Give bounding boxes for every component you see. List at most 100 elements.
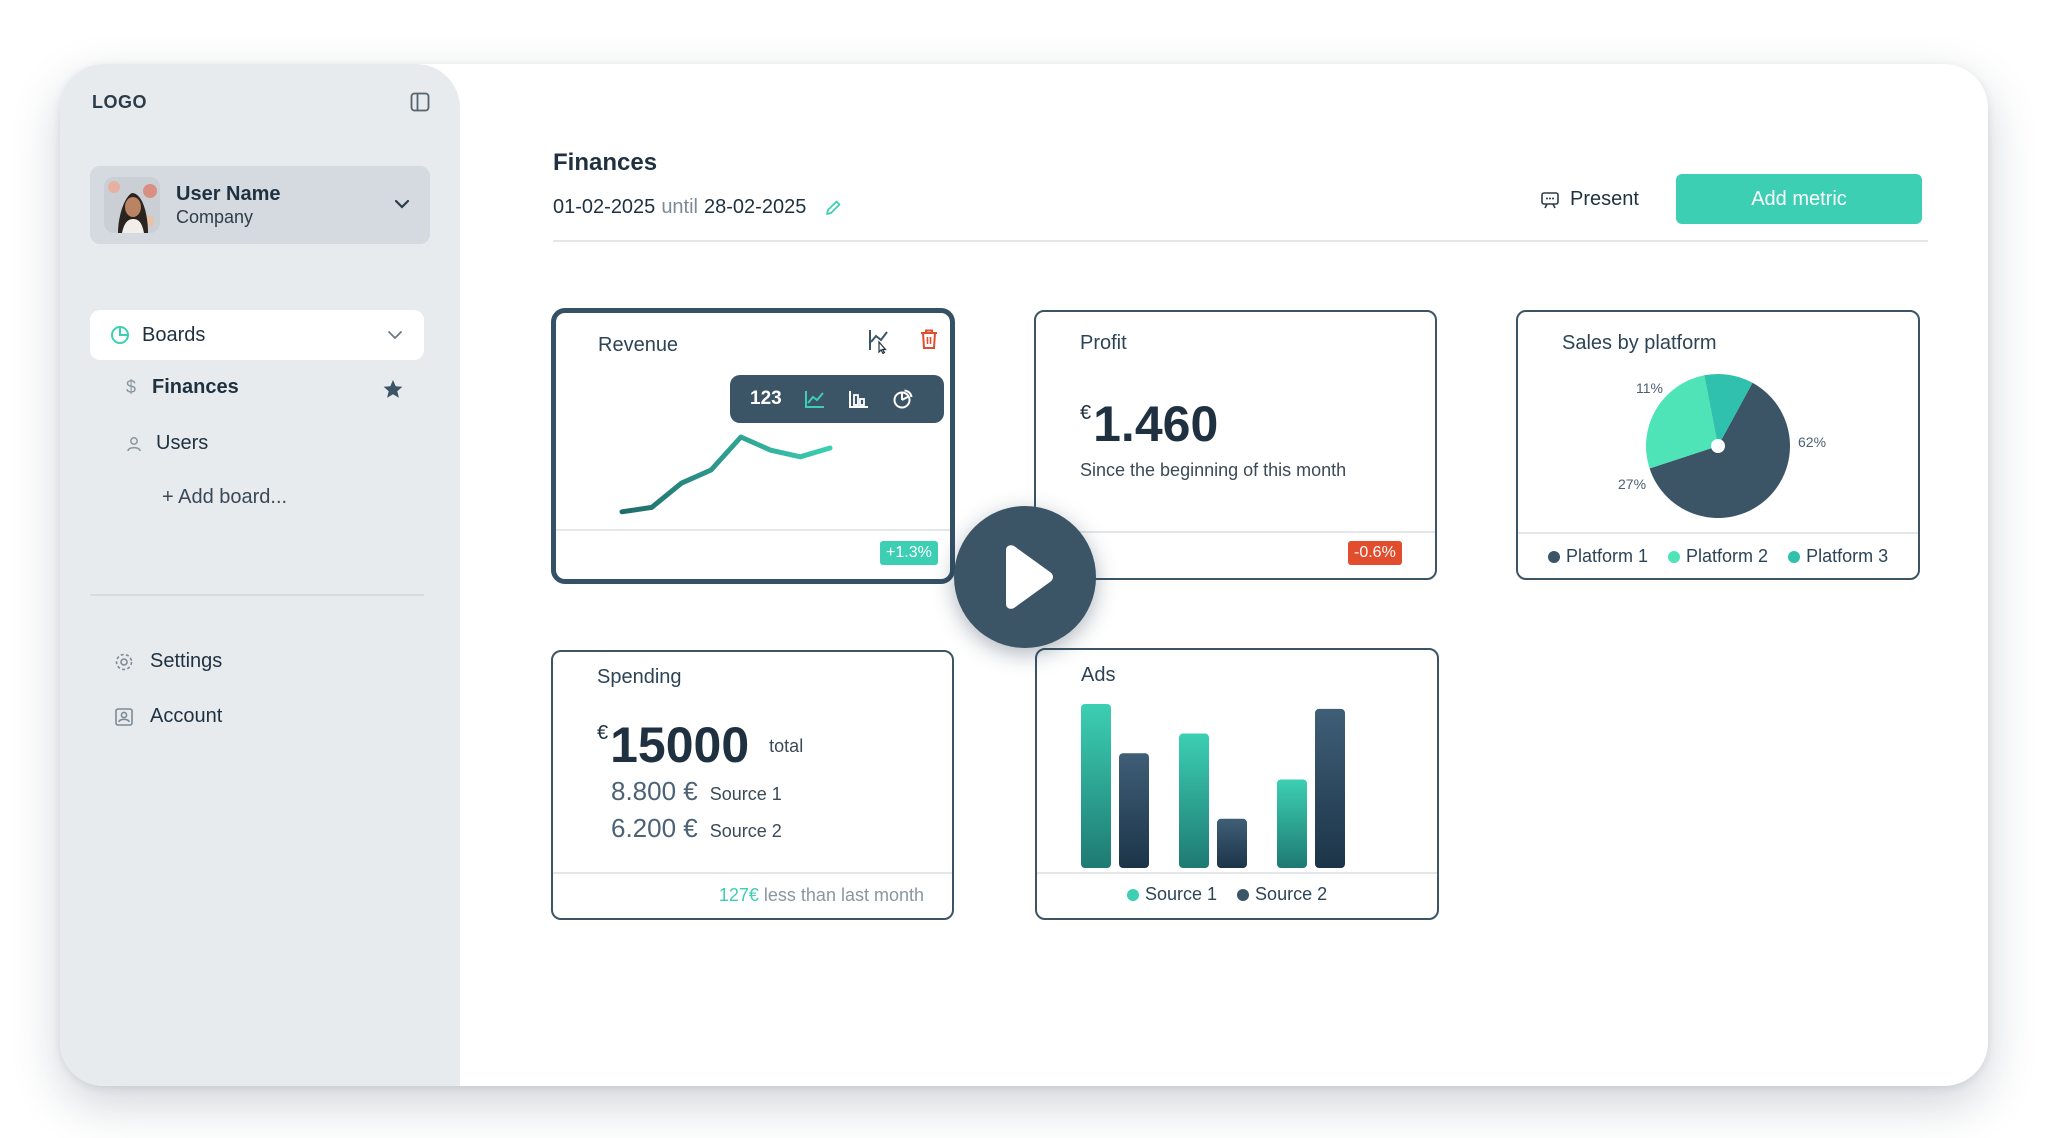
profit-amount: 1.460 [1093,396,1219,452]
legend-item: Platform 3 [1788,546,1888,567]
logo: LOGO [92,92,147,112]
spending-total-amount: 15000 [610,717,750,773]
card-divider [556,529,950,531]
card-title: Profit [1080,332,1127,354]
spending-source-row: 8.800 € Source 1 [611,776,782,807]
bar-chart-icon[interactable] [848,389,870,409]
account-icon [115,707,133,726]
card-title: Ads [1081,664,1116,686]
user-company: Company [176,207,254,227]
source-label: Source 1 [709,784,782,804]
user-icon [127,436,141,451]
legend-item: Platform 2 [1668,546,1768,567]
number-type-button[interactable]: 123 [750,388,782,410]
chevron-down-icon [394,199,410,209]
card-divider [1036,531,1435,533]
date-from: 01-02-2025 [553,196,656,218]
sidebar-item-settings[interactable]: Settings [114,650,222,673]
source-amount: 6.200 € [611,813,698,843]
pie-legend: Platform 1 Platform 2 Platform 3 [1548,546,1908,567]
add-metric-button[interactable]: Add metric [1676,174,1922,224]
sidebar-item-label: Boards [142,323,206,346]
currency-symbol: € [1080,402,1092,424]
ads-bar-source-2 [1217,818,1247,868]
sales-by-platform-card[interactable]: Sales by platform 11% 27% 62% Platform 1… [1516,310,1920,580]
revenue-line-chart [619,434,833,515]
card-title: Revenue [598,334,679,356]
ads-bar-chart [1081,704,1345,868]
spending-source-row: 6.200 € Source 2 [611,813,782,844]
legend-item: Platform 1 [1548,546,1648,567]
page-title: Finances [553,149,658,176]
ads-bar-source-1 [1081,704,1111,868]
spending-comparison: 127€ less than last month [719,885,924,906]
user-switcher[interactable]: User Name Company [90,166,430,244]
legend-item: Source 2 [1237,884,1327,905]
spending-card[interactable]: Spending € 15000 total 8.800 € Source 1 … [551,650,954,920]
pie-chart-icon[interactable] [892,389,914,409]
user-name: User Name [176,183,281,205]
pie-center-dot [1711,439,1725,453]
revenue-series-line [619,434,833,515]
ads-bar-source-1 [1277,779,1307,868]
presentation-icon [1541,191,1559,208]
card-divider [1037,872,1437,874]
chevron-down-icon [388,331,402,340]
sidebar-collapse-icon[interactable] [410,92,430,112]
sales-pie-chart [1645,373,1790,518]
pie-label: 62% [1798,434,1827,450]
star-icon[interactable] [382,378,404,400]
date-until-label: until [661,196,699,218]
present-label: Present [1570,188,1639,210]
pencil-icon[interactable] [824,199,842,217]
card-divider [1518,532,1918,534]
sidebar-item-users[interactable]: Users [126,432,208,455]
legend-item: Source 1 [1127,884,1217,905]
pie-label: 27% [1618,476,1647,492]
comparison-amount: 127€ [718,885,759,905]
revenue-card[interactable]: Revenue 123 +1.3% [551,308,955,584]
sidebar: LOGO User Name Company Boards $ Finances… [60,64,460,1086]
sidebar-item-label: Users [156,432,209,454]
source-amount: 8.800 € [611,776,698,806]
line-chart-icon[interactable] [804,389,826,409]
header-divider [553,240,1928,242]
sidebar-item-boards[interactable]: Boards [90,310,424,360]
spending-total: € 15000 total [597,718,803,772]
chart-type-toolbar: 123 [730,375,944,423]
date-range[interactable]: 01-02-2025 until 28-02-2025 [553,196,842,219]
present-button[interactable]: Present [1540,188,1639,211]
app-window: LOGO User Name Company Boards $ Finances… [60,64,1988,1086]
total-label: total [769,736,804,756]
gear-icon [115,653,133,670]
comparison-text: less than last month [758,885,924,905]
ads-legend: Source 1 Source 2 [1127,884,1347,905]
sidebar-item-label: Account [150,705,223,727]
ads-card[interactable]: Ads Source 1 Source 2 [1035,648,1439,920]
card-title: Sales by platform [1562,332,1717,354]
ads-bar-source-2 [1119,753,1149,868]
change-badge: -0.6% [1348,541,1402,565]
card-title: Spending [597,666,682,688]
add-board-link[interactable]: + Add board... [162,486,287,509]
pie-chart-icon [111,326,129,344]
pie-label: 11% [1636,380,1663,396]
ads-bar-source-1 [1179,733,1209,868]
sidebar-item-finances[interactable]: $ Finances [126,376,239,399]
profit-value: € 1.460 [1080,398,1218,450]
play-video-button[interactable] [954,506,1096,648]
sidebar-item-account[interactable]: Account [114,705,222,728]
chart-type-icon[interactable] [867,328,891,354]
sidebar-item-label: Settings [150,650,223,672]
sidebar-divider [90,594,424,596]
change-badge: +1.3% [880,541,938,565]
profit-card[interactable]: Profit € 1.460 Since the beginning of th… [1034,310,1437,580]
trash-icon[interactable] [919,328,939,350]
profit-note: Since the beginning of this month [1080,460,1347,480]
currency-symbol: € [597,722,609,744]
dollar-icon: $ [126,377,137,397]
date-to: 28-02-2025 [704,196,807,218]
play-icon [1006,545,1053,609]
source-label: Source 2 [709,821,782,841]
card-divider [553,872,952,874]
